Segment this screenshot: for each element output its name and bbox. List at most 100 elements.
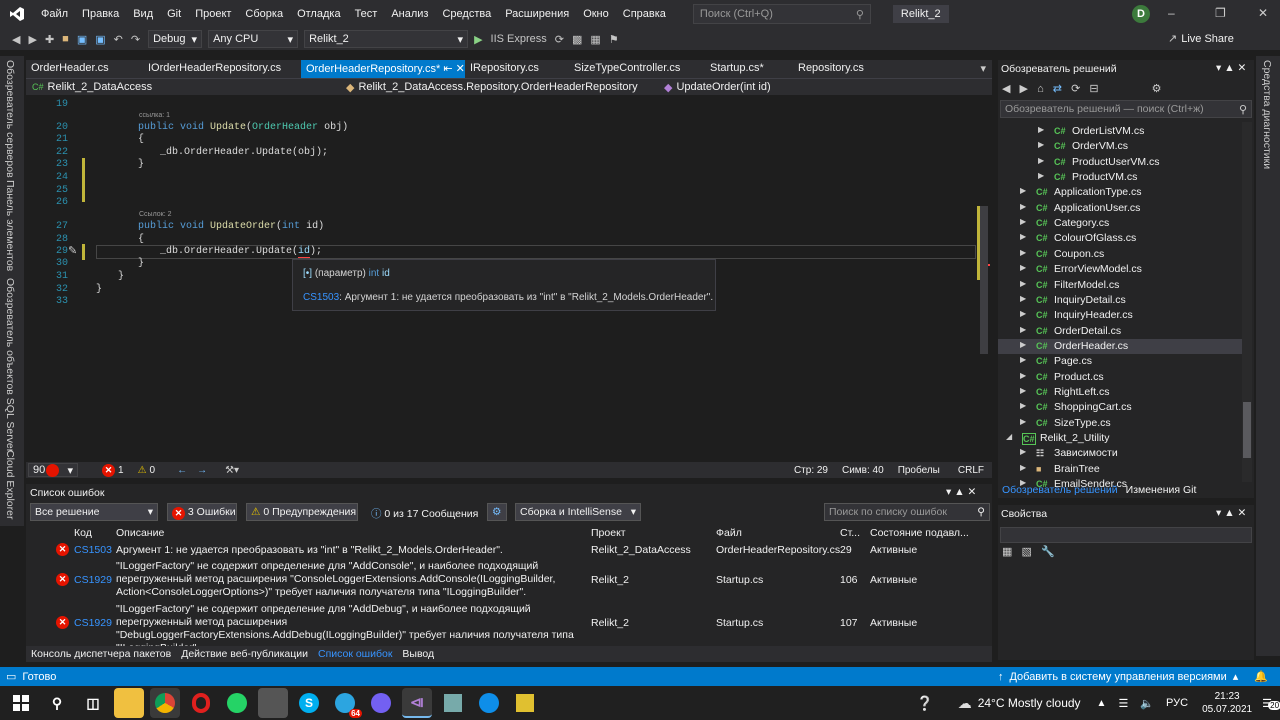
chevron-right-icon[interactable]: ▶ [1020, 186, 1026, 195]
column-indicator[interactable]: Симв: 40 [842, 465, 884, 476]
column-file[interactable]: Файл [716, 527, 742, 539]
chevron-right-icon[interactable]: ▶ [1020, 386, 1026, 395]
app-icon[interactable] [258, 688, 288, 718]
chevron-right-icon[interactable]: ▶ [1038, 125, 1044, 134]
menu-file[interactable]: Файл [34, 8, 75, 20]
sync-icon[interactable]: ⇄ [1053, 83, 1062, 95]
panel-options-icon[interactable]: ▾ ▲ ✕ [1216, 62, 1246, 74]
chevron-right-icon[interactable]: ▶ [1038, 140, 1044, 149]
avatar[interactable]: D [1132, 5, 1150, 23]
notifications-icon[interactable]: 🔔 [1254, 670, 1268, 683]
next-issue-icon[interactable]: → [197, 465, 207, 476]
previous-issue-icon[interactable]: ← [177, 465, 187, 476]
tab-package-manager-console[interactable]: Консоль диспетчера пакетов [26, 648, 176, 660]
tree-item[interactable]: ▶ ☷ Зависимости [998, 446, 1242, 461]
chevron-right-icon[interactable]: ▶ [1020, 263, 1026, 272]
tree-item[interactable]: ▶ C# OrderListVM.cs [998, 124, 1242, 139]
teamviewer-icon[interactable] [474, 688, 504, 718]
help-icon[interactable]: ❔ [916, 695, 933, 712]
class-dropdown[interactable]: ◆ Relikt_2_DataAccess.Repository.OrderHe… [346, 81, 664, 94]
windows-start-icon[interactable] [6, 688, 36, 718]
filter-toggle-icon[interactable]: ⚙ [487, 503, 507, 521]
chevron-right-icon[interactable]: ▶ [1038, 171, 1044, 180]
panel-options-icon[interactable]: ▾ ▲ ✕ [1216, 507, 1246, 519]
add-to-source-control[interactable]: Добавить в систему управления версиями [1009, 671, 1226, 683]
chevron-right-icon[interactable]: ▶ [1020, 294, 1026, 303]
redo-icon[interactable]: ↷ [131, 33, 140, 46]
wrench-icon[interactable]: 🔧 [1041, 546, 1055, 558]
tab-output[interactable]: Вывод [397, 648, 439, 660]
browser-icon[interactable]: ▩ [572, 33, 582, 46]
hot-reload-icon[interactable]: ▦ [590, 33, 600, 46]
tree-item[interactable]: ▶ C# ErrorViewModel.cs [998, 262, 1242, 277]
tree-item[interactable]: ▶ C# InquiryHeader.cs [998, 308, 1242, 323]
weather-text[interactable]: 24°C Mostly cloudy [978, 696, 1081, 710]
bookmark-icon[interactable]: ⚑ [609, 33, 619, 46]
open-folder-icon[interactable]: ■ [62, 33, 69, 45]
chevron-right-icon[interactable]: ▶ [1020, 232, 1026, 241]
play-icon[interactable]: ▶ [474, 33, 482, 46]
tray-chevron-icon[interactable]: ▲ [1097, 698, 1107, 709]
visual-studio-icon[interactable]: ⧏ [402, 688, 432, 718]
chevron-right-icon[interactable]: ▶ [1020, 202, 1026, 211]
sql-server-explorer-tab[interactable]: Обозреватель объектов SQL Server [4, 278, 16, 452]
back-icon[interactable]: ◀ [12, 33, 20, 46]
tab-repository[interactable]: Repository.cs [793, 60, 913, 78]
menu-test[interactable]: Тест [348, 8, 385, 20]
toolbox-tab[interactable]: Панель элементов [4, 180, 16, 271]
tree-item[interactable]: ▶ C# Product.cs [998, 370, 1242, 385]
warning-count[interactable]: 0 [150, 465, 156, 476]
solution-search-input[interactable]: Обозреватель решений — поиск (Ctrl+ж) ⚲ [1000, 100, 1252, 118]
tree-item[interactable]: ▶ C# ColourOfGlass.cs [998, 231, 1242, 246]
collapse-icon[interactable]: ⊟ [1089, 83, 1098, 95]
chevron-right-icon[interactable]: ▶ [1020, 248, 1026, 257]
column-code[interactable]: Код [74, 527, 92, 539]
chrome-icon[interactable] [150, 688, 180, 718]
error-code-link[interactable]: CS1503 [74, 544, 112, 556]
menu-extensions[interactable]: Расширения [498, 8, 576, 20]
error-row[interactable]: ✕ CS1503 Аргумент 1: не удается преобраз… [26, 542, 992, 558]
chevron-right-icon[interactable]: ▶ [1020, 279, 1026, 288]
search-input[interactable]: Поиск (Ctrl+Q) ⚲ [692, 4, 871, 24]
tab-sizetypecontroller[interactable]: SizeTypeController.cs [569, 60, 705, 78]
chevron-right-icon[interactable]: ▶ [1038, 156, 1044, 165]
error-count[interactable]: 1 [118, 465, 124, 476]
tab-orderheaderrepository[interactable]: OrderHeaderRepository.cs* ⇤ ✕ [301, 60, 465, 78]
startup-project-select[interactable]: Relikt_2 ▾ [304, 30, 469, 48]
error-row[interactable]: ✕ CS1929 "ILoggerFactory" не содержит оп… [26, 603, 992, 654]
build-filter-select[interactable]: Сборка и IntelliSense ▾ [515, 503, 641, 521]
vertical-scrollbar[interactable] [980, 206, 988, 354]
error-code-link[interactable]: CS1929 [74, 574, 112, 586]
categorized-icon[interactable]: ▦ [1002, 546, 1012, 558]
cloud-explorer-tab[interactable]: Cloud Explorer [4, 450, 16, 519]
app-icon[interactable] [510, 688, 540, 718]
codelens-references[interactable]: ссылка: 1 [139, 112, 170, 119]
tree-item[interactable]: ▶ C# OrderVM.cs [998, 139, 1242, 154]
chevron-right-icon[interactable]: ▶ [1020, 463, 1026, 472]
server-explorer-tab[interactable]: Обозреватель серверов [4, 60, 16, 178]
menu-analyze[interactable]: Анализ [384, 8, 435, 20]
chevron-right-icon[interactable]: ▶ [1020, 417, 1026, 426]
whatsapp-icon[interactable] [222, 688, 252, 718]
chevron-right-icon[interactable]: ▶ [1020, 217, 1026, 226]
close-icon[interactable]: ✕ [456, 63, 465, 75]
new-project-icon[interactable]: ✚ [45, 33, 54, 46]
save-icon[interactable]: ▣ [77, 33, 87, 46]
file-explorer-icon[interactable] [114, 688, 144, 718]
undo-icon[interactable]: ↶ [114, 33, 123, 46]
quick-actions-icon[interactable]: ✎ [68, 244, 77, 258]
tree-item[interactable]: ▶ C# SizeType.cs [998, 416, 1242, 431]
tree-item[interactable]: ▶ C# ProductUserVM.cs [998, 155, 1242, 170]
close-icon[interactable]: ✕ [1258, 6, 1268, 20]
column-suppression[interactable]: Состояние подавл... [870, 527, 969, 539]
forward-icon[interactable]: ▶ [28, 33, 36, 46]
tree-item[interactable]: ▶ C# Coupon.cs [998, 247, 1242, 262]
column-project[interactable]: Проект [591, 527, 626, 539]
properties-icon[interactable]: ⚙ [1152, 83, 1162, 95]
platform-select[interactable]: Any CPU ▾ [208, 30, 299, 48]
wifi-icon[interactable]: ☰ [1118, 697, 1128, 710]
tree-scrollbar-thumb[interactable] [1243, 402, 1251, 458]
tree-scrollbar[interactable] [1242, 122, 1252, 482]
run-target-label[interactable]: IIS Express [491, 33, 547, 45]
pin-icon[interactable]: ⇤ [443, 63, 452, 75]
